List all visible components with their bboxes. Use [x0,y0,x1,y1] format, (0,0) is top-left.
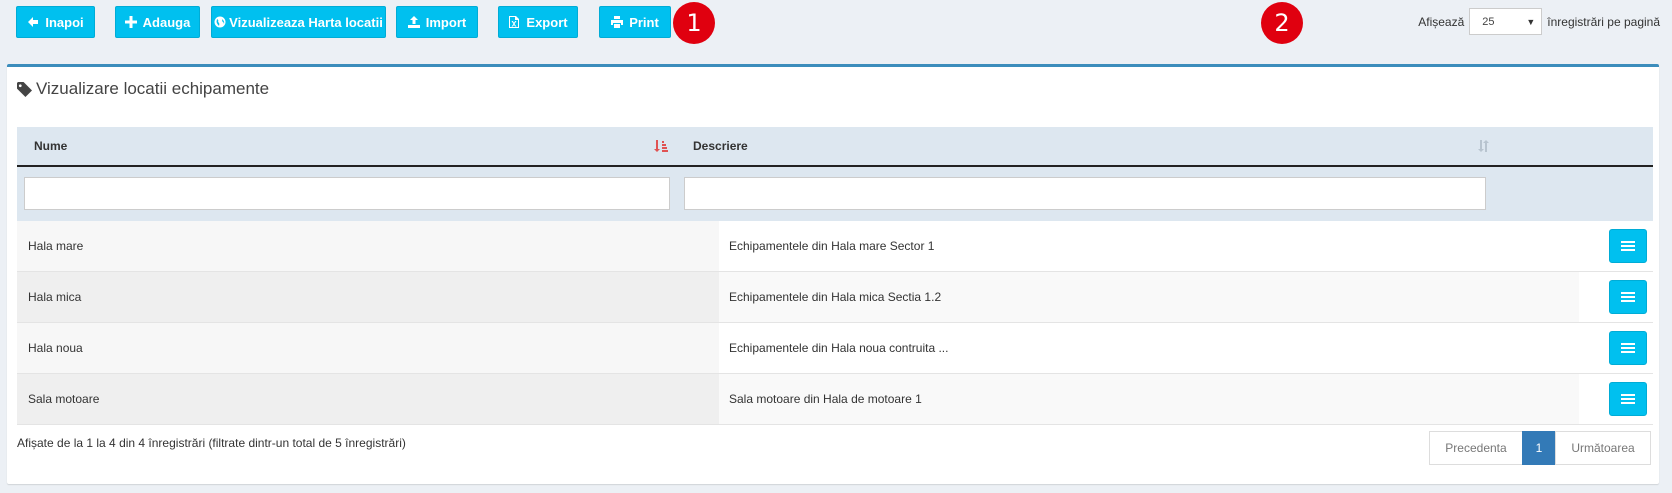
bars-icon [1621,343,1635,353]
add-button-label: Adauga [142,14,191,30]
import-button-label: Import [425,14,467,30]
row-menu-button[interactable] [1609,382,1647,416]
panel-title-text: Vizualizare locatii echipamente [36,79,270,98]
globe-icon [214,16,226,28]
view-map-button-label: Vizualizeaza Harta locatii [229,14,383,30]
plus-icon [124,16,137,28]
view-map-button[interactable]: Vizualizeaza Harta locatii [211,6,386,38]
print-icon [611,16,624,28]
page-size-value: 25 [1482,15,1495,28]
cell-name: Hala mica [17,272,719,322]
sort-desc-icon[interactable] [654,139,668,153]
arrow-left-icon [28,17,39,27]
import-button[interactable]: Import [396,6,478,38]
next-page-button[interactable]: Următoarea [1555,431,1651,465]
cell-name: Hala mare [17,221,719,271]
bars-icon [1621,394,1635,404]
row-menu-button[interactable] [1609,331,1647,365]
bars-icon [1621,241,1635,251]
description-filter-input[interactable] [684,177,1486,210]
table-row: Sala motoare Sala motoare din Hala de mo… [17,374,1653,425]
locations-table: Nume Descriere Hala mare Echipamentele d… [17,127,1653,425]
column-header-name[interactable]: Nume [34,127,67,165]
pagination: Precedenta 1 Următoarea [1429,431,1651,465]
cell-description: Echipamentele din Hala mare Sector 1 [719,221,1579,271]
locations-panel: Vizualizare locatii echipamente Nume Des… [7,64,1659,484]
page-1-button[interactable]: 1 [1522,431,1556,465]
back-button-label: Inapoi [45,14,84,30]
table-row: Hala noua Echipamentele din Hala noua co… [17,323,1653,374]
back-button[interactable]: Inapoi [16,6,95,38]
print-button-label: Print [629,14,659,30]
table-row: Hala mica Echipamentele din Hala mica Se… [17,272,1653,323]
add-button[interactable]: Adauga [115,6,200,38]
caret-down-icon: ▼ [1526,16,1536,27]
table-header: Nume Descriere [17,127,1653,167]
sort-both-icon[interactable] [1477,139,1491,153]
cell-description: Sala motoare din Hala de motoare 1 [719,374,1579,424]
name-filter-input[interactable] [24,177,670,210]
annotation-marker-2: 2 [1261,2,1303,44]
panel-title: Vizualizare locatii echipamente [17,79,269,99]
tag-icon [17,81,32,97]
row-menu-button[interactable] [1609,229,1647,263]
cell-name: Sala motoare [17,374,719,424]
page-size-prefix: Afișează [1418,14,1465,29]
filter-row [17,167,1653,221]
bars-icon [1621,292,1635,302]
previous-page-button[interactable]: Precedenta [1429,431,1523,465]
column-header-description[interactable]: Descriere [693,127,748,165]
table-info: Afișate de la 1 la 4 din 4 înregistrări … [17,436,406,450]
page-size-control: Afișează 25 ▼ înregistrări pe pagină [1418,8,1660,35]
export-button[interactable]: Export [498,6,578,38]
table-row: Hala mare Echipamentele din Hala mare Se… [17,221,1653,272]
upload-icon [407,16,420,28]
print-button[interactable]: Print [599,6,671,38]
row-menu-button[interactable] [1609,280,1647,314]
annotation-marker-1: 1 [673,2,715,44]
cell-name: Hala noua [17,323,719,373]
cell-description: Echipamentele din Hala noua contruita ..… [719,323,1579,373]
file-excel-icon [509,16,520,28]
page-size-suffix: înregistrări pe pagină [1547,14,1660,29]
export-button-label: Export [526,14,568,30]
cell-description: Echipamentele din Hala mica Sectia 1.2 [719,272,1579,322]
page-size-select[interactable]: 25 ▼ [1469,8,1543,35]
